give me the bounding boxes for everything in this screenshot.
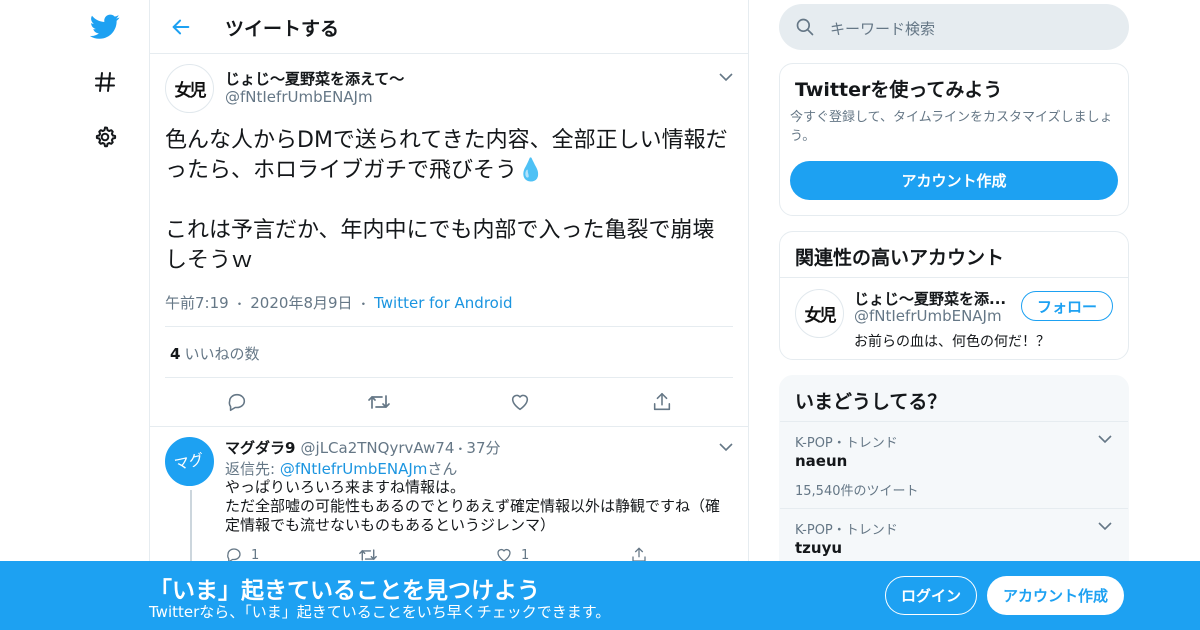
divider bbox=[165, 377, 733, 378]
avatar-glyph: 女児 bbox=[804, 306, 837, 326]
search-input[interactable]: キーワード検索 bbox=[830, 18, 935, 39]
signup-card-create-account-button[interactable]: アカウント作成 bbox=[790, 161, 1118, 200]
retweet-icon[interactable] bbox=[367, 391, 390, 413]
banner-subtitle: Twitterなら、「いま」起きていることをいち早くチェックできます。 bbox=[149, 603, 611, 621]
meta-separator: ・ bbox=[357, 297, 370, 311]
tweet-source-link[interactable]: Twitter for Android bbox=[374, 294, 512, 312]
meta-separator: ・ bbox=[233, 297, 246, 311]
reply-to-handle[interactable]: @fNtIefrUmbENAJm bbox=[280, 460, 428, 478]
chevron-down-icon[interactable] bbox=[1096, 432, 1114, 446]
like-count-label: いいねの数 bbox=[184, 345, 260, 363]
tweet-text: 色んな人からDMで送られてきた内容、全部正しい情報だったら、ホロライブガチで飛び… bbox=[165, 128, 728, 273]
related-account-bio: お前らの血は、何色の何だ！？ bbox=[854, 334, 1050, 350]
page-title: ツイートする bbox=[225, 18, 340, 40]
divider bbox=[165, 326, 733, 327]
trends-card: いまどうしてる？ K-POP・トレンド naeun 15,540件のツイート K… bbox=[779, 375, 1129, 585]
chevron-down-icon[interactable] bbox=[1096, 519, 1114, 533]
reply-time[interactable]: 37分 bbox=[466, 439, 500, 457]
reply-to-line: 返信先: @fNtIefrUmbENAJmさん bbox=[225, 458, 457, 479]
related-account-handle[interactable]: @fNtIefrUmbENAJm bbox=[854, 307, 1002, 325]
signup-card-description: 今すぐ登録して、タイムラインをカスタマイズしましょう。 bbox=[790, 110, 1113, 144]
login-button[interactable]: ログイン bbox=[885, 576, 977, 615]
reply-author-name[interactable]: マグダラ9 bbox=[225, 439, 295, 457]
signup-card-title: Twitterを使ってみよう bbox=[795, 79, 1003, 101]
author-avatar[interactable]: 女児 bbox=[165, 64, 214, 113]
trends-card-title: いまどうしてる？ bbox=[795, 391, 947, 413]
reply-to-suffix: さん bbox=[427, 460, 458, 478]
meta-separator: ・ bbox=[454, 442, 467, 456]
reply-author-avatar[interactable]: マグ bbox=[165, 437, 214, 486]
page-header: ツイートする bbox=[150, 0, 748, 54]
chevron-down-icon[interactable] bbox=[717, 70, 735, 84]
chevron-down-icon[interactable] bbox=[717, 440, 735, 454]
related-accounts-card: 関連性の高いアカウント 女児 じょじ～夏野菜を添... @fNtIefrUmbE… bbox=[779, 231, 1129, 360]
like-heart-icon[interactable] bbox=[509, 391, 531, 413]
reply-text: やっぱりいろいろ来ますね情報は。 ただ全部嘘の可能性もあるのでとりあえず確定情報… bbox=[225, 478, 721, 534]
related-card-title: 関連性の高いアカウント bbox=[795, 247, 1005, 269]
trend-name: tzuyu bbox=[795, 539, 843, 557]
trend-category: K-POP・トレンド bbox=[795, 523, 898, 538]
tweet-time[interactable]: 午前7:19 bbox=[165, 294, 229, 312]
tweet-date[interactable]: 2020年8月9日 bbox=[250, 294, 352, 312]
twitter-logo-icon[interactable] bbox=[88, 10, 122, 44]
related-account-name[interactable]: じょじ～夏野菜を添... bbox=[854, 288, 1014, 309]
trend-item[interactable]: K-POP・トレンド naeun 15,540件のツイート bbox=[780, 422, 1128, 508]
avatar-glyph: マグ bbox=[173, 450, 207, 474]
share-icon[interactable] bbox=[651, 391, 673, 413]
explore-hashtag-icon[interactable] bbox=[88, 65, 122, 99]
search-box[interactable]: キーワード検索 bbox=[779, 4, 1129, 50]
tweet-detail-column: ツイートする 女児 じょじ～夏野菜を添えて～ @fNtIefrUmbENAJm … bbox=[149, 0, 749, 630]
divider bbox=[150, 426, 748, 427]
avatar-glyph: 女児 bbox=[174, 81, 207, 101]
banner-title: 「いま」起きていることを見つけよう bbox=[149, 578, 540, 604]
back-arrow-icon[interactable] bbox=[170, 16, 192, 38]
related-account-avatar[interactable]: 女児 bbox=[795, 289, 844, 338]
like-count: 4 bbox=[170, 345, 181, 363]
author-name[interactable]: じょじ～夏野菜を添えて～ bbox=[225, 68, 404, 89]
tweet-meta: 午前7:19 ・ 2020年8月9日 ・ Twitter for Android bbox=[165, 292, 513, 313]
banner-create-account-button[interactable]: アカウント作成 bbox=[987, 576, 1124, 615]
reply-to-prefix: 返信先: bbox=[225, 460, 280, 478]
search-icon bbox=[795, 17, 815, 37]
signup-banner: 「いま」起きていることを見つけよう Twitterなら、「いま」起きていることを… bbox=[0, 561, 1200, 630]
reply-author-handle[interactable]: @jLCa2TNQyrvAw74 bbox=[301, 439, 455, 457]
author-handle[interactable]: @fNtIefrUmbENAJm bbox=[225, 88, 373, 106]
follow-button[interactable]: フォロー bbox=[1021, 291, 1113, 321]
like-count-row[interactable]: 4 いいねの数 bbox=[170, 343, 259, 364]
divider bbox=[780, 277, 1128, 278]
reply-icon[interactable] bbox=[226, 391, 248, 413]
signup-card: Twitterを使ってみよう 今すぐ登録して、タイムラインをカスタマイズしましょ… bbox=[779, 63, 1129, 216]
thread-line bbox=[190, 490, 192, 570]
reply-header: マグダラ9 @jLCa2TNQyrvAw74・37分 bbox=[225, 437, 501, 458]
trend-category: K-POP・トレンド bbox=[795, 436, 898, 451]
trend-tweet-count: 15,540件のツイート bbox=[795, 484, 919, 499]
trend-name: naeun bbox=[795, 452, 848, 470]
settings-gear-icon[interactable] bbox=[88, 120, 122, 154]
